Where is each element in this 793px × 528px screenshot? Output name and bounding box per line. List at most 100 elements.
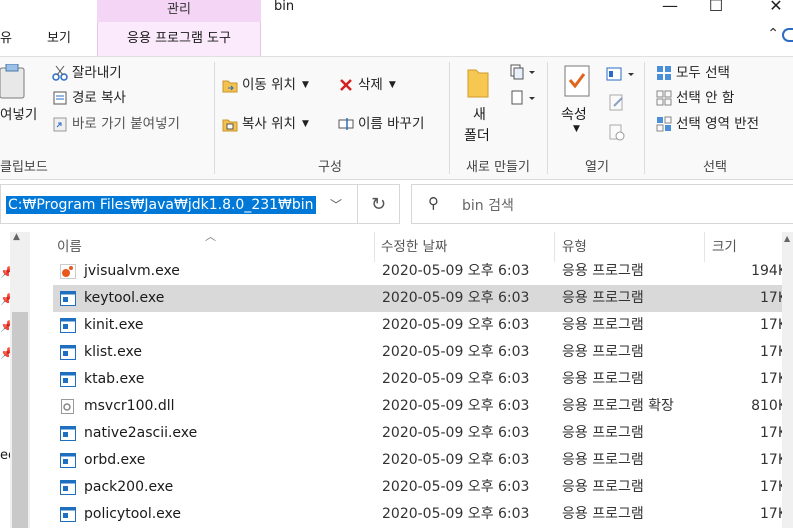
copy-path-button[interactable]: 경로 복사 bbox=[52, 87, 126, 109]
delete-label: 삭제 bbox=[358, 77, 383, 93]
file-date: 2020-05-09 오후 6:03 bbox=[382, 452, 530, 468]
new-folder-icon[interactable] bbox=[466, 64, 490, 100]
file-row[interactable]: policytool.exe 2020-05-09 오후 6:03 응용 프로그램 1… bbox=[53, 501, 793, 528]
refresh-button[interactable]: ↻ bbox=[358, 184, 400, 224]
exe-icon bbox=[60, 291, 76, 306]
file-type: 응용 프로그램 bbox=[562, 263, 644, 279]
select-none-label: 선택 안 함 bbox=[676, 90, 735, 106]
easy-access-icon[interactable] bbox=[510, 90, 536, 106]
file-row[interactable]: jvisualvm.exe 2020-05-09 오후 6:03 응용 프로그램 19… bbox=[53, 258, 793, 285]
clipboard-group-label: 클립보드 bbox=[0, 160, 48, 175]
column-header-size[interactable]: 크기 bbox=[712, 236, 737, 258]
exe-icon bbox=[60, 318, 76, 333]
select-all-button[interactable]: 모두 선택 bbox=[656, 62, 730, 84]
select-all-label: 모두 선택 bbox=[676, 65, 730, 81]
new-item-icon[interactable] bbox=[510, 64, 536, 80]
exe-icon bbox=[60, 507, 76, 522]
properties-icon[interactable] bbox=[562, 64, 592, 98]
file-row[interactable]: native2ascii.exe 2020-05-09 오후 6:03 응용 프로그… bbox=[53, 420, 793, 447]
file-row[interactable]: kinit.exe 2020-05-09 오후 6:03 응용 프로그램 17K bbox=[53, 312, 793, 339]
nav-scrollbar-thumb[interactable] bbox=[12, 312, 28, 528]
file-type: 응용 프로그램 bbox=[562, 371, 644, 387]
column-header-type[interactable]: 유형 bbox=[562, 236, 587, 258]
minimize-button[interactable]: — bbox=[650, 0, 690, 18]
pin-icon[interactable]: 📌 bbox=[0, 266, 14, 279]
file-name: policytool.exe bbox=[84, 506, 182, 522]
move-to-label: 이동 위치 bbox=[242, 77, 296, 93]
file-date: 2020-05-09 오후 6:03 bbox=[382, 263, 530, 279]
window-title: bin bbox=[274, 0, 295, 14]
edit-icon[interactable] bbox=[608, 94, 626, 112]
file-date: 2020-05-09 오후 6:03 bbox=[382, 479, 530, 495]
select-none-button[interactable]: 선택 안 함 bbox=[656, 87, 734, 109]
exe-icon bbox=[60, 480, 76, 495]
file-size: 17K bbox=[760, 479, 787, 495]
file-name: native2ascii.exe bbox=[84, 425, 198, 441]
new-folder-line1[interactable]: 새 bbox=[473, 104, 486, 124]
maximize-button[interactable]: ☐ bbox=[696, 0, 736, 18]
file-name: klist.exe bbox=[84, 344, 142, 360]
pin-icon[interactable]: 📌 bbox=[0, 347, 14, 360]
file-type: 응용 프로그램 bbox=[562, 452, 644, 468]
file-type: 응용 프로그램 bbox=[562, 290, 644, 306]
file-size: 17K bbox=[760, 452, 787, 468]
tab-application-tools[interactable]: 응용 프로그램 도구 bbox=[97, 22, 261, 56]
exe-icon bbox=[60, 345, 76, 360]
file-row[interactable]: klist.exe 2020-05-09 오후 6:03 응용 프로그램 17K bbox=[53, 339, 793, 366]
column-header-date[interactable]: 수정한 날짜 bbox=[381, 236, 447, 258]
file-row[interactable]: keytool.exe 2020-05-09 오후 6:03 응용 프로그램 17K bbox=[53, 285, 793, 312]
tab-view[interactable]: 보기 bbox=[47, 22, 71, 56]
pin-icon[interactable]: 📌 bbox=[0, 293, 14, 306]
pin-icon[interactable]: 📌 bbox=[0, 320, 14, 333]
rename-button[interactable]: 이름 바꾸기 bbox=[338, 113, 424, 135]
address-path[interactable]: C:₩Program Files₩Java₩jdk1.8.0_231₩bin bbox=[6, 196, 316, 214]
delete-button[interactable]: 삭제 ▼ bbox=[338, 74, 396, 96]
properties-button[interactable]: 속성 bbox=[561, 104, 587, 124]
copy-path-label: 경로 복사 bbox=[72, 90, 126, 106]
file-size: 17K bbox=[760, 425, 787, 441]
invert-selection-button[interactable]: 선택 영역 반전 bbox=[656, 113, 759, 135]
paste-shortcut-icon bbox=[52, 116, 68, 132]
rename-icon bbox=[338, 116, 354, 132]
file-row[interactable]: msvcr100.dll 2020-05-09 오후 6:03 응용 프로그램 확장… bbox=[53, 393, 793, 420]
file-name: keytool.exe bbox=[84, 290, 165, 306]
column-header-name[interactable]: 이름 bbox=[57, 236, 82, 258]
open-icon[interactable] bbox=[606, 66, 638, 82]
file-name: jvisualvm.exe bbox=[84, 263, 180, 279]
file-row[interactable]: ktab.exe 2020-05-09 오후 6:03 응용 프로그램 17K bbox=[53, 366, 793, 393]
search-placeholder[interactable]: bin 검색 bbox=[462, 195, 514, 215]
file-size: 17K bbox=[760, 371, 787, 387]
ribbon-collapse-icon[interactable]: ⌃ bbox=[767, 26, 779, 42]
file-type: 응용 프로그램 확장 bbox=[562, 398, 674, 414]
file-type: 응용 프로그램 bbox=[562, 479, 644, 495]
group-divider bbox=[644, 62, 645, 174]
paste-button[interactable]: 여넣기 bbox=[0, 104, 37, 126]
copy-folder-icon bbox=[222, 116, 238, 132]
jvisualvm-icon bbox=[60, 264, 76, 279]
tab-share[interactable]: 유 bbox=[0, 22, 14, 56]
scroll-up-arrow-icon[interactable]: ▲ bbox=[13, 232, 20, 242]
move-folder-icon bbox=[222, 77, 238, 93]
file-date: 2020-05-09 오후 6:03 bbox=[382, 290, 530, 306]
move-to-button[interactable]: 이동 위치 ▼ bbox=[222, 74, 309, 96]
cut-button[interactable]: 잘라내기 bbox=[52, 62, 122, 84]
scroll-up-arrow-icon[interactable]: ▲ bbox=[784, 234, 790, 243]
properties-dropdown-icon[interactable]: ▼ bbox=[573, 124, 580, 134]
file-list-scrollbar[interactable] bbox=[782, 232, 793, 528]
exe-icon bbox=[60, 453, 76, 468]
history-icon[interactable] bbox=[608, 124, 626, 142]
file-row[interactable]: pack200.exe 2020-05-09 오후 6:03 응용 프로그램 17K bbox=[53, 474, 793, 501]
copy-to-button[interactable]: 복사 위치 ▼ bbox=[222, 113, 309, 135]
file-name: kinit.exe bbox=[84, 317, 144, 333]
close-button[interactable]: ✕ bbox=[756, 0, 793, 18]
help-icon[interactable] bbox=[782, 28, 793, 42]
sort-ascending-icon: ︿ bbox=[205, 230, 216, 243]
paste-icon[interactable] bbox=[0, 63, 26, 100]
select-none-icon bbox=[656, 90, 672, 106]
new-folder-line2[interactable]: 폴더 bbox=[464, 125, 490, 145]
file-row[interactable]: orbd.exe 2020-05-09 오후 6:03 응용 프로그램 17K bbox=[53, 447, 793, 474]
address-dropdown-icon[interactable]: ﹀ bbox=[330, 196, 342, 213]
file-date: 2020-05-09 오후 6:03 bbox=[382, 317, 530, 333]
paste-shortcut-button[interactable]: 바로 가기 붙여넣기 bbox=[52, 113, 180, 135]
delete-icon bbox=[338, 77, 354, 93]
